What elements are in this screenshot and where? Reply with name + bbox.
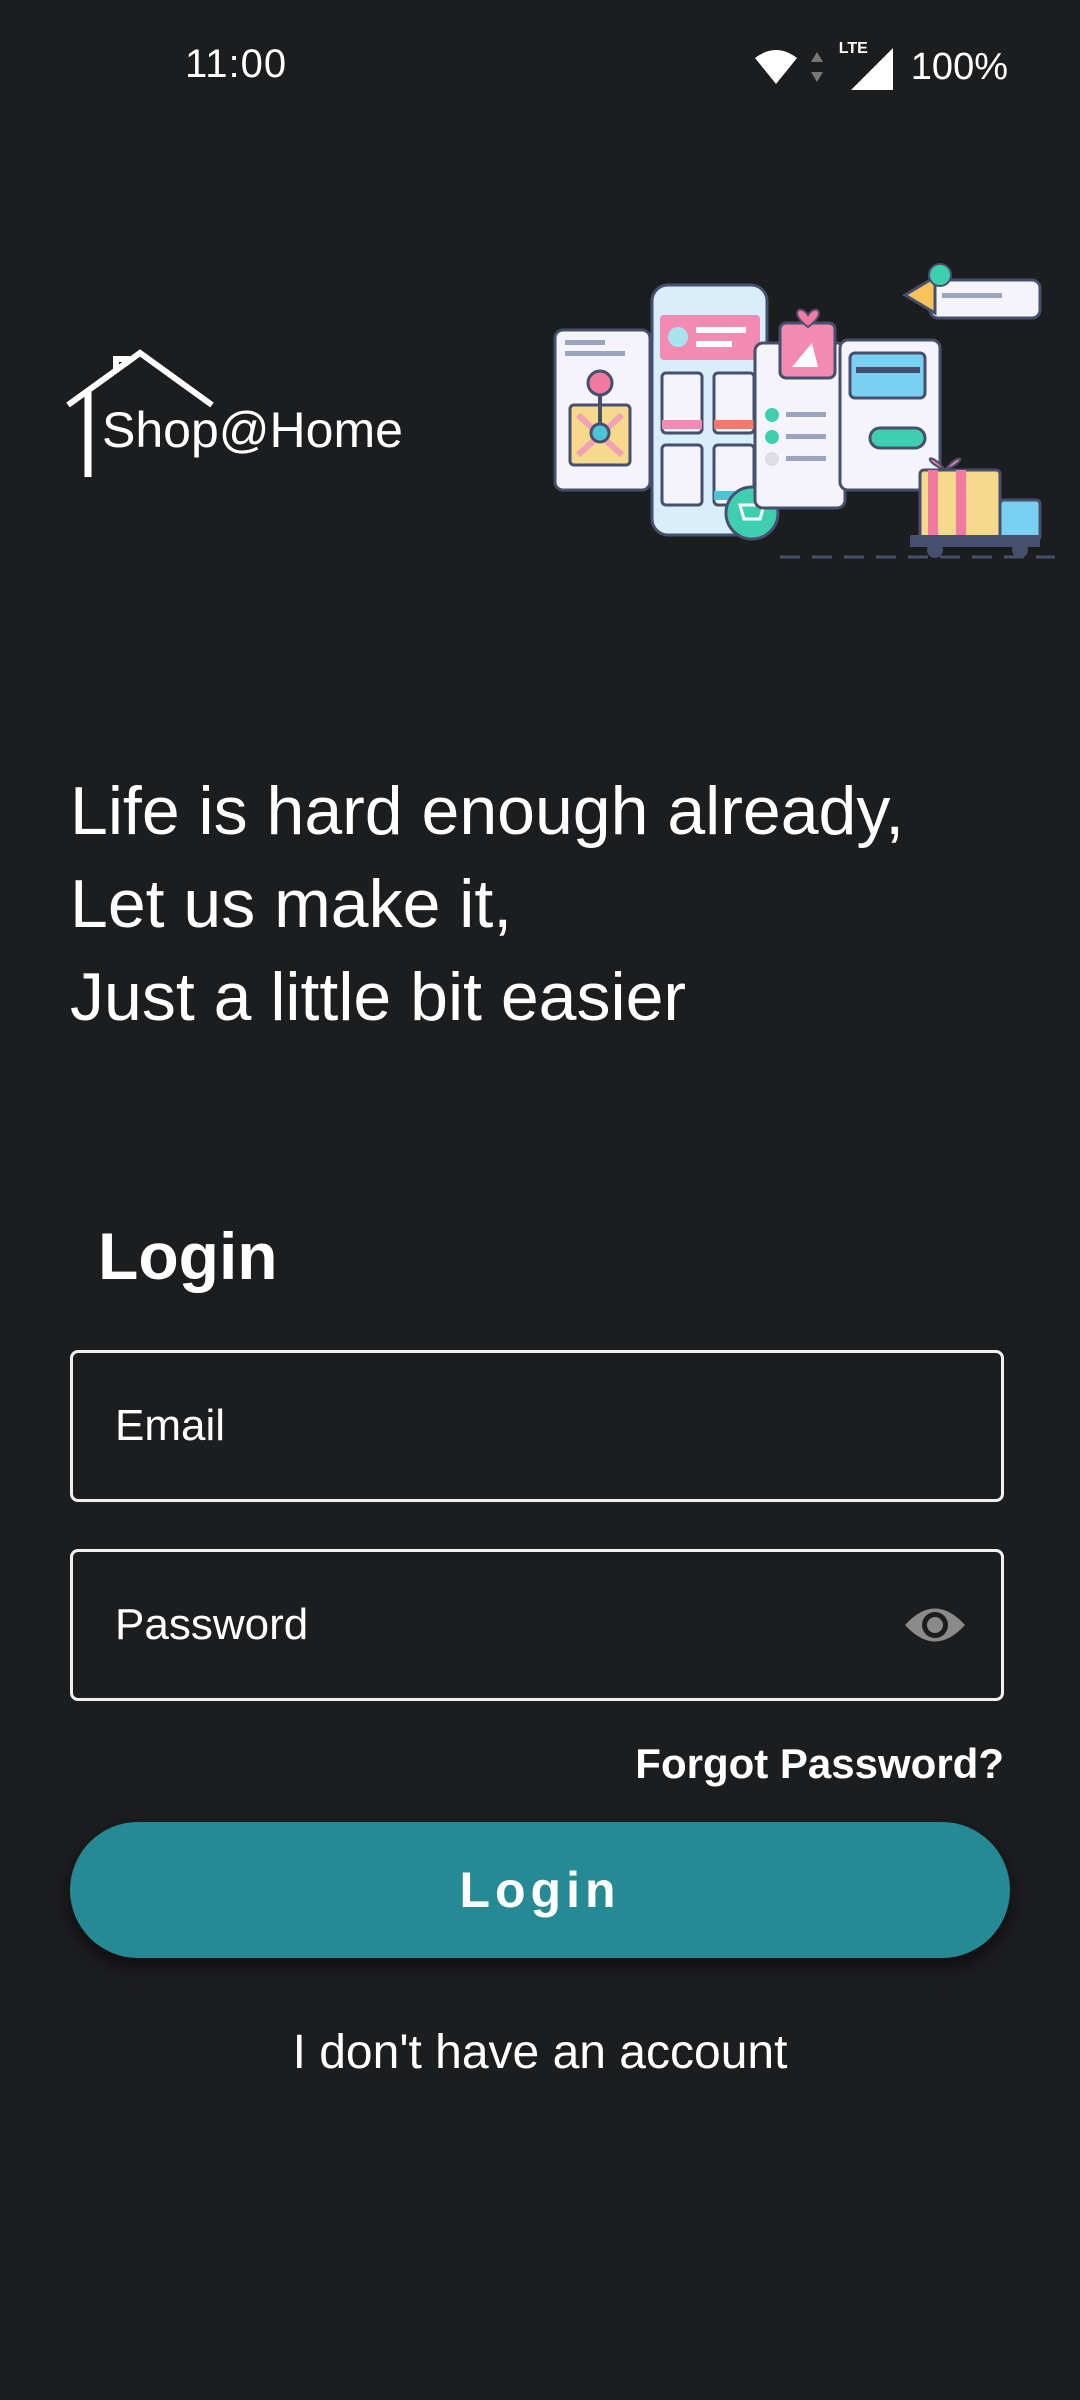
password-field-container (70, 1549, 1004, 1701)
signal-icon (850, 48, 893, 90)
wifi-icon (754, 50, 797, 84)
mobile-data-arrows-icon (810, 52, 823, 82)
email-field-container (70, 1350, 1004, 1502)
forgot-password-link[interactable]: Forgot Password? (635, 1740, 1004, 1788)
app-logo: Shop@Home (66, 345, 426, 480)
online-shopping-illustration (553, 263, 1055, 559)
email-field[interactable] (73, 1353, 1001, 1499)
tagline-line-1: Life is hard enough already, (70, 773, 905, 849)
status-icons: LTE 100% (753, 40, 1008, 92)
tagline: Life is hard enough already, Let us make… (70, 765, 904, 1044)
login-heading: Login (98, 1219, 278, 1293)
status-time: 11:00 (185, 42, 288, 86)
eye-icon[interactable] (903, 1600, 967, 1650)
password-field[interactable] (73, 1552, 1001, 1698)
signal-group: LTE (835, 40, 895, 90)
logo-text: Shop@Home (102, 402, 403, 458)
status-bar: 11:00 LTE 100% (0, 0, 1080, 136)
tagline-line-3: Just a little bit easier (70, 959, 687, 1035)
battery-percentage: 100% (910, 45, 1008, 88)
tagline-line-2: Let us make it, (70, 866, 513, 942)
login-button[interactable]: Login (70, 1822, 1010, 1958)
no-account-link[interactable]: I don't have an account (0, 2025, 1080, 2080)
